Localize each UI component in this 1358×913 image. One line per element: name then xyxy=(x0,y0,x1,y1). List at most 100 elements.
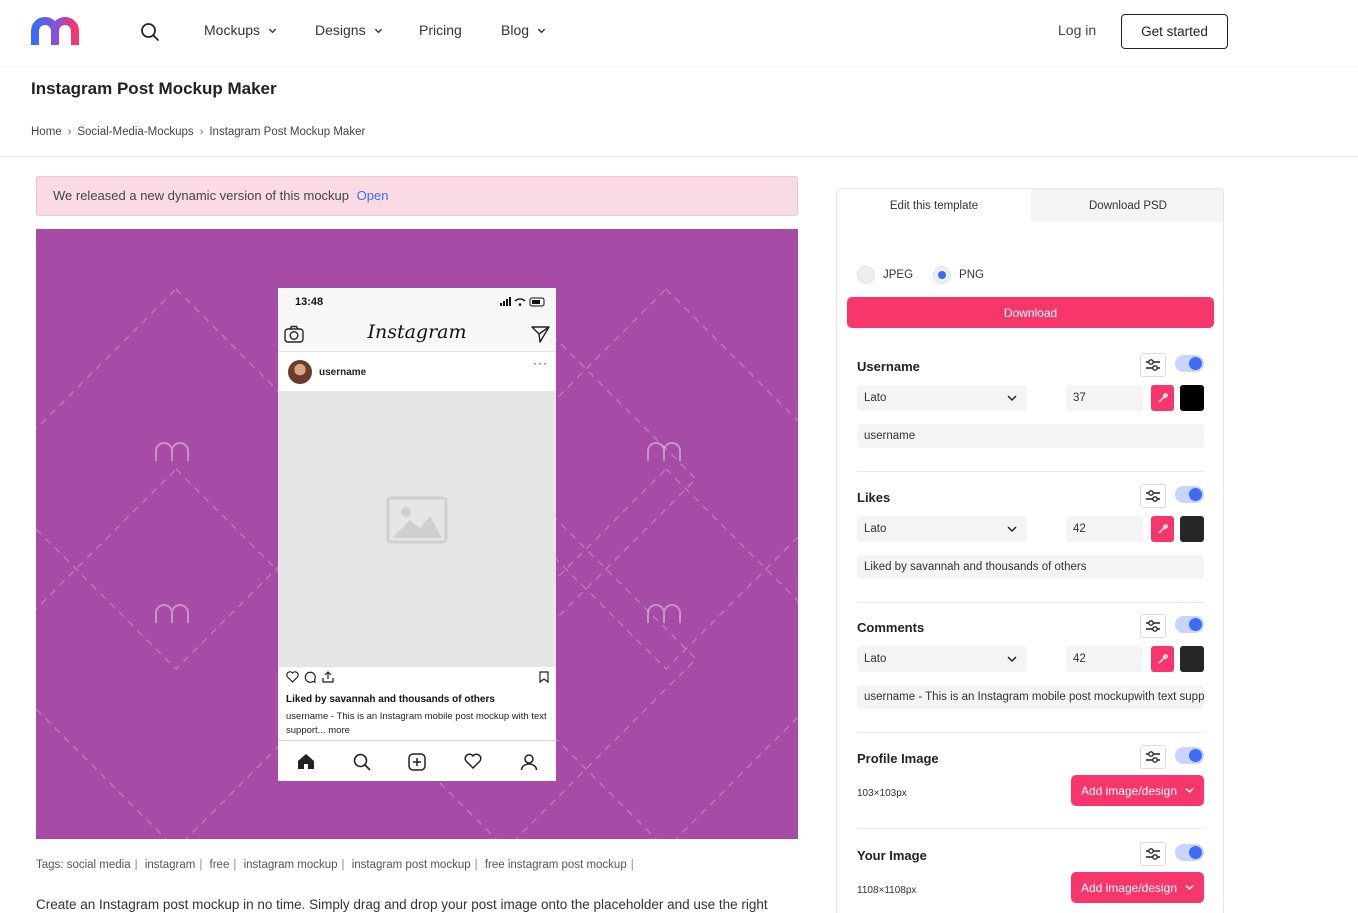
section-divider xyxy=(857,471,1204,472)
settings-sliders-icon[interactable] xyxy=(1140,745,1166,769)
font-size-input[interactable]: 42 xyxy=(1066,516,1143,542)
login-link[interactable]: Log in xyxy=(1058,22,1096,38)
add-post-icon xyxy=(408,753,426,771)
breadcrumb-current: Instagram Post Mockup Maker xyxy=(209,126,366,138)
mockup-preview[interactable]: 13:48 Instagram username ··· Liked by sa… xyxy=(36,229,798,839)
image-dimensions: 103×103px xyxy=(857,788,907,799)
settings-sliders-icon[interactable] xyxy=(1140,484,1166,508)
post-header: username ··· xyxy=(278,352,556,391)
tags-list: Tags: social media | instagram | free | ins… xyxy=(36,859,634,871)
font-select[interactable]: Lato xyxy=(857,646,1027,672)
section-divider xyxy=(857,828,1204,829)
header-divider xyxy=(0,156,1358,157)
likes-text-input[interactable]: Liked by savannah and thousands of other… xyxy=(857,555,1204,579)
color-picker-button[interactable] xyxy=(1151,646,1174,672)
font-select-value: Lato xyxy=(864,653,887,665)
nav-item-mockups[interactable]: Mockups xyxy=(204,22,277,38)
breadcrumb-social-media-mockups[interactable]: Social-Media-Mockups xyxy=(77,126,193,138)
add-image-button[interactable]: Add image/design xyxy=(1071,872,1204,903)
profile-icon xyxy=(520,754,538,771)
breadcrumb-home[interactable]: Home xyxy=(31,126,62,138)
color-swatch[interactable] xyxy=(1180,385,1204,411)
username-text-input[interactable]: username xyxy=(857,424,1204,448)
font-select[interactable]: Lato xyxy=(857,385,1027,411)
comments-text-input[interactable]: username - This is an Instagram mobile p… xyxy=(857,685,1204,709)
image-dimensions: 1108×1108px xyxy=(857,885,917,896)
add-image-button[interactable]: Add image/design xyxy=(1071,775,1204,806)
add-image-label: Add image/design xyxy=(1080,783,1178,798)
visibility-toggle[interactable] xyxy=(1175,747,1204,764)
top-nav: Mockups Designs Pricing Blog Log in Get … xyxy=(0,0,1358,66)
chevron-right-icon: › xyxy=(67,126,72,138)
visibility-toggle[interactable] xyxy=(1175,355,1204,372)
status-bar: 13:48 xyxy=(278,288,556,316)
tab-download-psd[interactable]: Download PSD xyxy=(1031,189,1223,222)
post-caption: username - This is an Instagram mobile p… xyxy=(286,711,547,736)
settings-sliders-icon[interactable] xyxy=(1140,842,1166,866)
instagram-header: Instagram xyxy=(278,316,556,352)
page-title: Instagram Post Mockup Maker xyxy=(31,79,277,98)
nav-item-blog[interactable]: Blog xyxy=(501,22,546,38)
tag-link[interactable]: free instagram post mockup xyxy=(485,859,627,871)
nav-item-pricing[interactable]: Pricing xyxy=(419,22,462,38)
color-swatch[interactable] xyxy=(1180,516,1204,542)
jpeg-label: JPEG xyxy=(883,269,914,281)
tag-link[interactable]: instagram post mockup xyxy=(352,859,471,871)
tag-link[interactable]: social media xyxy=(67,859,131,871)
settings-sliders-icon[interactable] xyxy=(1140,353,1166,377)
battery-wifi-signal-icon xyxy=(500,297,545,307)
get-started-button[interactable]: Get started xyxy=(1121,14,1228,49)
chevron-down-icon xyxy=(1185,787,1194,794)
png-label: PNG xyxy=(959,269,984,281)
eyedropper-icon xyxy=(1158,393,1168,403)
font-select-value: Lato xyxy=(864,523,887,535)
color-picker-button[interactable] xyxy=(1151,385,1174,411)
jpeg-radio[interactable] xyxy=(857,266,875,284)
comment-icon xyxy=(304,671,316,683)
visibility-toggle[interactable] xyxy=(1175,616,1204,633)
font-size-input[interactable]: 42 xyxy=(1066,646,1143,672)
breadcrumb: Home › Social-Media-Mockups › Instagram … xyxy=(31,126,365,138)
tag-link[interactable]: instagram mockup xyxy=(244,859,338,871)
download-button[interactable]: Download xyxy=(847,297,1214,328)
section-divider xyxy=(857,602,1204,603)
tag-link[interactable]: instagram xyxy=(145,859,196,871)
chevron-down-icon xyxy=(1007,656,1017,663)
font-select[interactable]: Lato xyxy=(857,516,1027,542)
chevron-down-icon xyxy=(1007,395,1017,402)
font-select-value: Lato xyxy=(864,392,887,404)
status-time: 13:48 xyxy=(295,296,324,308)
brand-logo-icon[interactable] xyxy=(31,17,87,47)
chevron-down-icon xyxy=(1007,526,1017,533)
search-icon xyxy=(353,753,371,771)
color-swatch[interactable] xyxy=(1180,646,1204,672)
instagram-logo: Instagram xyxy=(367,321,467,343)
chevron-down-icon xyxy=(268,28,277,33)
visibility-toggle[interactable] xyxy=(1175,844,1204,861)
nav-item-designs[interactable]: Designs xyxy=(315,22,383,38)
notice-open-link[interactable]: Open xyxy=(357,188,389,203)
avatar xyxy=(288,360,312,384)
png-radio[interactable] xyxy=(933,266,952,284)
visibility-toggle[interactable] xyxy=(1175,486,1204,503)
settings-sliders-icon[interactable] xyxy=(1140,614,1166,638)
tag-link[interactable]: free xyxy=(210,859,230,871)
search-icon[interactable] xyxy=(139,21,161,43)
chevron-right-icon: › xyxy=(199,126,204,138)
chevron-down-icon xyxy=(537,28,546,33)
color-picker-button[interactable] xyxy=(1151,516,1174,542)
share-icon xyxy=(322,671,334,683)
font-size-input[interactable]: 37 xyxy=(1066,385,1143,411)
eyedropper-icon xyxy=(1158,654,1168,664)
editor-tabs: Edit this template Download PSD xyxy=(837,189,1223,222)
section-title: Likes xyxy=(857,490,891,505)
instagram-bottom-nav xyxy=(278,740,556,781)
tab-edit-template[interactable]: Edit this template xyxy=(837,189,1031,222)
post-username: username xyxy=(319,367,367,378)
section-title: Your Image xyxy=(857,848,927,863)
editor-panel: Edit this template Download PSD JPEG PNG… xyxy=(836,188,1224,913)
section-title: Comments xyxy=(857,620,925,635)
section-title: Profile Image xyxy=(857,751,939,766)
post-image-placeholder[interactable] xyxy=(278,391,556,667)
section-title: Username xyxy=(857,359,920,374)
